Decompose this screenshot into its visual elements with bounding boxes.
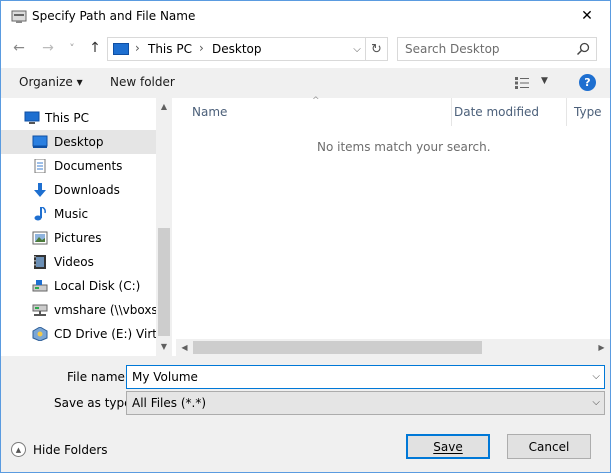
- scroll-down-icon[interactable]: ▼: [156, 338, 172, 354]
- nav-item-label: Music: [54, 207, 89, 221]
- scroll-up-icon[interactable]: ▲: [156, 98, 172, 114]
- nav-item-this-pc[interactable]: This PC: [1, 106, 156, 130]
- help-icon[interactable]: ?: [579, 74, 596, 91]
- column-header-name[interactable]: Name ^: [176, 96, 452, 126]
- column-header-label: Date modified: [454, 105, 540, 119]
- cd-drive-icon: [32, 327, 48, 341]
- recent-locations-button[interactable]: ˅: [62, 38, 82, 58]
- nav-item-label: This PC: [45, 111, 89, 125]
- desktop-icon: [32, 135, 48, 148]
- local-disk-icon: [32, 280, 48, 292]
- nav-item-pictures[interactable]: Pictures: [1, 226, 156, 250]
- view-dropdown-icon[interactable]: ▼: [541, 76, 548, 86]
- file-name-input[interactable]: [132, 367, 582, 387]
- save-as-type-label: Save as type:: [54, 396, 136, 410]
- close-button[interactable]: ✕: [564, 1, 610, 31]
- close-icon: ✕: [581, 8, 593, 24]
- save-button-label: Save: [433, 439, 463, 454]
- chevron-down-icon[interactable]: ⌵: [592, 371, 600, 382]
- chevron-down-icon: ⌵: [592, 397, 600, 408]
- search-input[interactable]: [405, 39, 575, 59]
- organize-button[interactable]: Organize ▾: [19, 75, 83, 89]
- this-pc-icon: [24, 111, 40, 124]
- forward-arrow-icon: →: [42, 40, 54, 56]
- column-header-label: Name: [192, 105, 228, 119]
- view-options-icon[interactable]: [514, 76, 530, 90]
- column-header-label: Type: [574, 105, 602, 119]
- scroll-left-icon[interactable]: ◀: [176, 339, 193, 356]
- nav-item-videos[interactable]: Videos: [1, 250, 156, 274]
- address-bar[interactable]: › This PC › Desktop ⌵ ↻: [107, 37, 388, 61]
- cancel-button[interactable]: Cancel: [507, 434, 591, 459]
- hide-folders-label: Hide Folders: [33, 443, 108, 457]
- collapse-icon: ▲: [11, 442, 26, 457]
- nav-item-documents[interactable]: Documents: [1, 154, 156, 178]
- search-box[interactable]: [397, 37, 597, 61]
- downloads-icon: [34, 183, 46, 197]
- breadcrumb-separator[interactable]: ›: [199, 41, 204, 55]
- nav-item-desktop[interactable]: Desktop: [1, 130, 156, 154]
- music-icon: [34, 207, 46, 221]
- breadcrumb-separator[interactable]: ›: [135, 41, 140, 55]
- network-drive-icon: [32, 304, 48, 316]
- address-dropdown-button[interactable]: ⌵: [348, 38, 366, 60]
- empty-message: No items match your search.: [317, 140, 491, 154]
- nav-item-vmshare[interactable]: vmshare (\\vboxsrv: [1, 298, 170, 322]
- chevron-down-icon: ˅: [69, 41, 75, 55]
- cancel-button-label: Cancel: [528, 439, 570, 454]
- nav-item-label: CD Drive (E:) Virtua: [54, 327, 172, 341]
- horizontal-scrollbar-thumb[interactable]: [193, 341, 482, 354]
- documents-icon: [34, 159, 46, 173]
- nav-item-label: Pictures: [54, 231, 102, 245]
- refresh-button[interactable]: ↻: [365, 38, 387, 60]
- app-icon: [11, 10, 27, 23]
- column-header-date-modified[interactable]: Date modified: [452, 98, 567, 126]
- nav-scrollbar-thumb[interactable]: [158, 228, 170, 336]
- nav-item-label: Local Disk (C:): [54, 279, 141, 293]
- save-button[interactable]: Save: [406, 434, 490, 459]
- nav-item-label: Documents: [54, 159, 123, 173]
- navigation-pane: This PC Desktop Documents Downloads Musi…: [1, 98, 172, 356]
- up-arrow-icon: ↑: [89, 40, 101, 56]
- nav-item-music[interactable]: Music: [1, 202, 156, 226]
- column-header-type[interactable]: Type: [568, 98, 610, 126]
- sort-ascending-icon: ^: [312, 96, 320, 106]
- scroll-right-icon[interactable]: ▶: [593, 339, 610, 356]
- breadcrumb-desktop[interactable]: Desktop: [212, 42, 262, 56]
- title-bar: Specify Path and File Name ✕: [0, 0, 611, 32]
- breadcrumb-this-pc[interactable]: This PC: [148, 42, 192, 56]
- forward-button[interactable]: →: [38, 38, 58, 58]
- search-icon: [576, 42, 590, 56]
- nav-item-label: vmshare (\\vboxsrv: [54, 303, 170, 317]
- window-title: Specify Path and File Name: [32, 9, 196, 23]
- videos-icon: [34, 255, 46, 269]
- nav-item-label: Desktop: [54, 135, 104, 149]
- file-name-label: File name:: [67, 370, 129, 384]
- chevron-down-icon: ⌵: [353, 43, 361, 55]
- file-name-field[interactable]: ⌵: [126, 365, 605, 389]
- back-button[interactable]: ←: [9, 38, 29, 58]
- nav-item-local-disk[interactable]: Local Disk (C:): [1, 274, 156, 298]
- back-arrow-icon: ←: [13, 40, 25, 56]
- new-folder-button[interactable]: New folder: [110, 75, 175, 89]
- command-bar: Organize ▾ New folder ▼ ?: [1, 68, 610, 98]
- nav-item-label: Downloads: [54, 183, 120, 197]
- nav-item-downloads[interactable]: Downloads: [1, 178, 156, 202]
- pictures-icon: [32, 231, 48, 245]
- up-button[interactable]: ↑: [85, 38, 105, 58]
- save-as-type-select[interactable]: All Files (*.*) ⌵: [126, 391, 605, 415]
- refresh-icon: ↻: [371, 41, 382, 57]
- nav-item-cd-drive[interactable]: CD Drive (E:) Virtua: [1, 322, 172, 346]
- this-pc-icon: [113, 43, 129, 55]
- save-as-type-value: All Files (*.*): [132, 396, 207, 410]
- file-list-pane: Name ^ Date modified Type No items match…: [176, 96, 610, 356]
- nav-item-label: Videos: [54, 255, 94, 269]
